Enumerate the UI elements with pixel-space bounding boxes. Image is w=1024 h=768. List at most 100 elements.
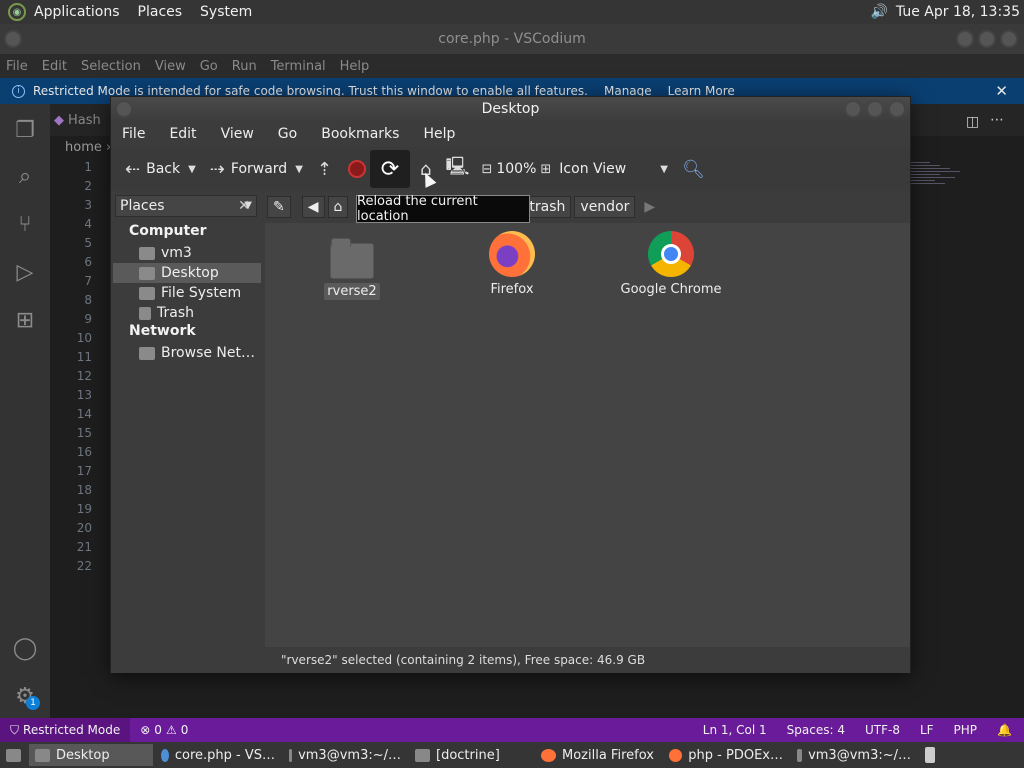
vs-menu-edit[interactable]: Edit <box>42 59 67 74</box>
bell-icon[interactable]: 🔔 <box>997 723 1012 737</box>
indentation-status[interactable]: Spaces: 4 <box>787 723 845 737</box>
source-control-icon[interactable]: ⑂ <box>11 210 39 238</box>
window-menu-button[interactable] <box>115 100 133 118</box>
extensions-icon[interactable]: ⊞ <box>11 306 39 334</box>
maximize-button[interactable] <box>978 30 996 48</box>
menu-places[interactable]: Places <box>138 4 183 20</box>
encoding-status[interactable]: UTF-8 <box>865 723 900 737</box>
language-status[interactable]: PHP <box>954 723 978 737</box>
file-item[interactable]: rverse2 <box>297 237 407 300</box>
desktop-icon <box>6 748 21 762</box>
sidebar-item-browse-network[interactable]: Browse Net… <box>113 343 261 363</box>
close-button[interactable] <box>1000 30 1018 48</box>
forward-button[interactable]: ⇢ Forward <box>206 149 291 189</box>
vs-menu-terminal[interactable]: Terminal <box>271 59 326 74</box>
search-icon[interactable]: ⌕ <box>11 162 39 190</box>
close-button[interactable] <box>888 100 906 118</box>
stop-icon <box>348 160 366 178</box>
minimize-button[interactable] <box>956 30 974 48</box>
file-item[interactable]: Firefox <box>457 231 567 298</box>
line-number: 16 <box>76 445 92 459</box>
window-menu-button[interactable] <box>4 30 22 48</box>
run-debug-icon[interactable]: ▷ <box>11 258 39 286</box>
problems-status[interactable]: ⊗ 0 ⚠ 0 <box>140 723 188 737</box>
more-actions-icon[interactable]: ⋯ <box>990 112 1004 128</box>
vs-menu-go[interactable]: Go <box>200 59 218 74</box>
menu-view[interactable]: View <box>221 126 254 142</box>
vs-menu-file[interactable]: File <box>6 59 28 74</box>
reload-button[interactable]: ⟳ <box>370 150 410 188</box>
zoom-level[interactable]: 100% <box>496 161 536 177</box>
menu-help[interactable]: Help <box>423 126 455 142</box>
up-button[interactable]: ⇡ <box>313 149 336 189</box>
cursor-position[interactable]: Ln 1, Col 1 <box>703 723 767 737</box>
account-icon[interactable]: ◯ <box>11 634 39 662</box>
zoom-in-button[interactable]: ⊞ <box>536 149 555 189</box>
file-item[interactable]: Google Chrome <box>616 231 726 298</box>
computer-button[interactable]: 🖳 <box>441 149 473 189</box>
vs-menu-view[interactable]: View <box>155 59 186 74</box>
task-desktop[interactable]: Desktop <box>29 744 153 766</box>
menu-system[interactable]: System <box>200 4 252 20</box>
task-terminal-1[interactable]: vm3@vm3:~/… <box>283 744 407 766</box>
explorer-icon[interactable]: ❐ <box>11 116 39 144</box>
line-number: 1 <box>84 160 92 174</box>
minimize-button[interactable] <box>844 100 862 118</box>
stop-button[interactable] <box>344 149 370 189</box>
sidebar-item-file-system[interactable]: File System <box>113 283 261 303</box>
forward-history-dropdown[interactable]: ▼ <box>295 164 303 175</box>
close-icon[interactable]: ✕ <box>995 82 1008 100</box>
volume-icon[interactable]: 🔊 <box>870 4 887 20</box>
sidebar-item-vm3[interactable]: vm3 <box>113 243 261 263</box>
file-icon-view[interactable]: rverse2 Firefox Google Chrome <box>265 223 910 647</box>
path-segment-trash[interactable]: trash <box>523 196 572 218</box>
path-segment-vendor[interactable]: vendor <box>574 196 636 218</box>
vs-menu-help[interactable]: Help <box>340 59 370 74</box>
forward-arrow-icon: ⇢ <box>209 158 225 180</box>
back-button[interactable]: ⇠ Back <box>121 149 184 189</box>
split-editor-icon[interactable]: ◫ <box>966 114 979 130</box>
menu-go[interactable]: Go <box>278 126 297 142</box>
maximize-button[interactable] <box>866 100 884 118</box>
view-mode-select[interactable]: Icon View <box>555 149 630 189</box>
sidebar-item-trash[interactable]: Trash <box>113 303 261 323</box>
vs-menu-run[interactable]: Run <box>232 59 257 74</box>
toggle-location-entry-button[interactable]: ✎ <box>267 196 291 218</box>
clock[interactable]: Tue Apr 18, 13:35 <box>896 4 1020 20</box>
path-scroll-left[interactable]: ◀ <box>301 196 325 218</box>
eol-status[interactable]: LF <box>920 723 934 737</box>
line-number: 19 <box>76 502 92 516</box>
task-firefox-php[interactable]: php - PDOEx… <box>663 744 789 766</box>
task-vscodium[interactable]: core.php - VS… <box>155 744 281 766</box>
menu-file[interactable]: File <box>122 126 145 142</box>
task-firefox[interactable]: Mozilla Firefox <box>535 744 661 766</box>
line-number: 17 <box>76 464 92 478</box>
app-menu-icon[interactable]: ◉ <box>8 3 26 21</box>
search-button[interactable]: 🔍︎ <box>678 149 709 189</box>
task-terminal-2[interactable]: vm3@vm3:~/… <box>791 744 917 766</box>
line-number: 12 <box>76 369 92 383</box>
zoom-out-button[interactable]: ⊟ <box>477 149 496 189</box>
close-sidebar-icon[interactable]: ✕ <box>233 195 255 217</box>
show-desktop-button[interactable] <box>0 744 27 766</box>
line-number: 2 <box>84 179 92 193</box>
menu-applications[interactable]: Applications <box>34 4 120 20</box>
line-number: 4 <box>84 217 92 231</box>
sidebar-item-desktop[interactable]: Desktop <box>113 263 261 283</box>
line-number: 21 <box>76 540 92 554</box>
minimap[interactable] <box>910 160 970 210</box>
menu-bookmarks[interactable]: Bookmarks <box>321 126 399 142</box>
path-scroll-right[interactable]: ▶ <box>644 199 655 215</box>
workspace-switcher[interactable] <box>919 744 941 766</box>
task-doctrine[interactable]: [doctrine] <box>409 744 533 766</box>
editor-tab[interactable]: ◆ Hash <box>54 104 101 136</box>
breadcrumb[interactable]: home › <box>65 140 111 155</box>
restricted-mode-status[interactable]: ⛉ Restricted Mode <box>0 718 131 742</box>
path-home-button[interactable]: ⌂ <box>327 196 349 218</box>
back-history-dropdown[interactable]: ▼ <box>188 164 196 175</box>
view-mode-dropdown[interactable]: ▼ <box>660 164 668 175</box>
reload-icon: ⟳ <box>380 156 400 182</box>
menu-edit[interactable]: Edit <box>169 126 196 142</box>
vs-menu-selection[interactable]: Selection <box>81 59 141 74</box>
line-number: 9 <box>84 312 92 326</box>
